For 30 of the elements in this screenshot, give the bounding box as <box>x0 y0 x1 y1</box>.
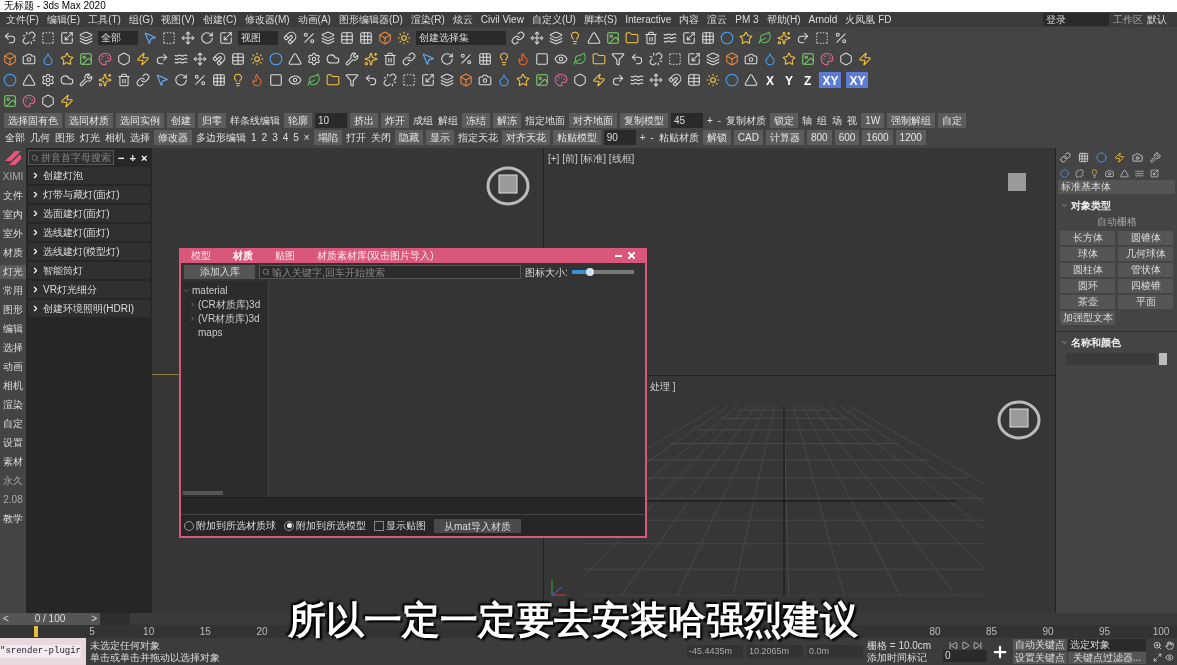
workspace-label: 工作区 <box>1112 13 1144 27</box>
rollout-label: 选线建灯(模型灯) <box>43 245 120 259</box>
option-label: 附加到所选模型 <box>296 519 366 533</box>
ruler-label: 100 <box>1151 625 1171 638</box>
ruler-label: 80 <box>928 625 942 638</box>
icon-size-label: 图标大小: <box>525 265 568 280</box>
ruler-label: 10 <box>142 625 156 638</box>
rollout-label: 智能筒灯 <box>43 264 83 278</box>
ruler-label: 15 <box>198 625 212 638</box>
rollout-label: 选面建灯(面灯) <box>43 207 110 221</box>
window-title: 无标题 - 3ds Max 2020 <box>4 0 106 12</box>
ruler-label: 85 <box>984 625 999 638</box>
prompt-text: 单击或单击并拖动以选择对象 <box>90 651 221 664</box>
status-text: 未选定任何对象 <box>90 639 161 652</box>
frame-counter: 0 / 100 <box>34 613 66 625</box>
rollout-label: 创建环境照明(HDRI) <box>43 302 135 316</box>
rail-info: XIMI <box>1 170 25 184</box>
rollout-label: 创建灯泡 <box>43 169 83 183</box>
ruler-label: 20 <box>255 625 269 638</box>
ruler-label: 5 <box>88 625 96 638</box>
rail-info: 2.08 <box>2 493 24 507</box>
ruler-label: 90 <box>1041 625 1055 638</box>
rollout-label: 灯带与藏灯(面灯) <box>43 188 120 202</box>
rollout-label: VR灯光细分 <box>43 283 97 297</box>
option-label: 显示贴图 <box>386 519 426 533</box>
ruler-label: 95 <box>1097 625 1112 638</box>
rollout-label: 选线建灯(面灯) <box>43 226 110 240</box>
rail-info: 永久 <box>2 474 24 488</box>
grid-text: 栅格 = 10.0cm <box>867 639 933 652</box>
option-label: 附加到所选材质球 <box>196 519 276 533</box>
